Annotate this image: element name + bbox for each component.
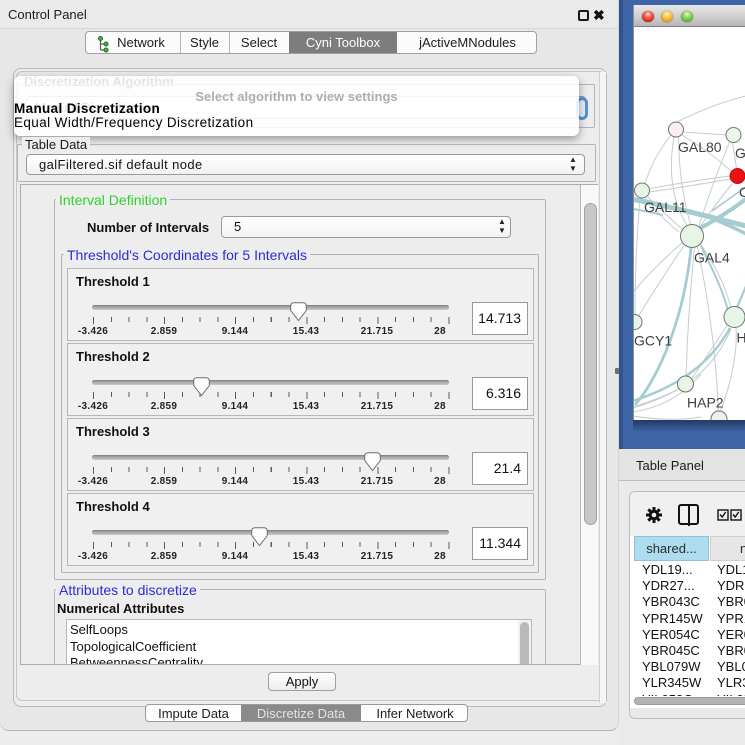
- svg-text:GAL11: GAL11: [644, 199, 687, 215]
- svg-text:GAL4: GAL4: [694, 250, 730, 266]
- svg-text:HAP2: HAP2: [687, 395, 724, 411]
- svg-text:GAL1: GAL1: [735, 145, 745, 161]
- svg-text:GAL80: GAL80: [678, 139, 722, 155]
- svg-text:HA: HA: [737, 330, 745, 346]
- svg-text:CY: CY: [739, 184, 745, 200]
- svg-text:GCY1: GCY1: [634, 333, 672, 349]
